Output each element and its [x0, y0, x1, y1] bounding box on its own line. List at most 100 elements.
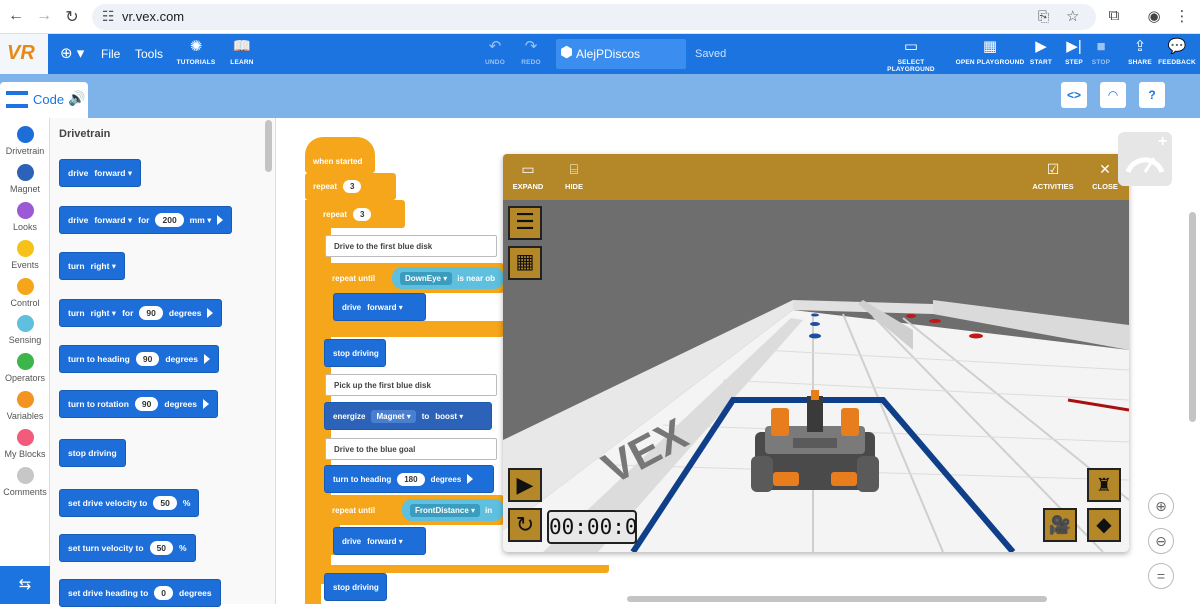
palette-title: Drivetrain [59, 128, 111, 140]
profile-icon[interactable]: ◉ [1144, 7, 1164, 25]
stop-driving-block[interactable]: stop driving [324, 573, 387, 601]
open-playground-button[interactable]: ▦ OPEN PLAYGROUND [954, 38, 1026, 66]
menu-icon[interactable]: ☰ [508, 206, 542, 240]
zoom-out-button[interactable]: ⊖ [1148, 528, 1174, 554]
sensor-data-icon[interactable]: ▦ [508, 246, 542, 280]
category-variables[interactable]: Variables [0, 391, 50, 421]
category-drivetrain[interactable]: Drivetrain [0, 126, 50, 156]
category-control[interactable]: Control [0, 278, 50, 308]
sensor-condition[interactable]: FrontDistancein [402, 499, 504, 521]
workspace-vertical-scrollbar[interactable] [1189, 212, 1196, 422]
zoom-reset-icon: = [1156, 568, 1166, 584]
drive-block[interactable]: drive forward [333, 293, 426, 321]
palette-block-set-turn-velocity[interactable]: set turn velocity to 50% [59, 534, 196, 562]
palette-block-turn-to-rotation[interactable]: turn to rotation 90 degrees [59, 390, 218, 418]
gauge-plus-icon: + [1125, 133, 1167, 174]
address-bar[interactable]: ☷ vr.vex.com ⎘ ☆ [92, 4, 1096, 30]
redo-icon: ↷ [524, 38, 538, 55]
zoom-reset-button[interactable]: = [1148, 563, 1174, 589]
browser-bar: ← → ↻ ☷ vr.vex.com ⎘ ☆ ⧉ ◉ ⋮ [0, 0, 1200, 34]
bookmark-star-icon[interactable]: ☆ [1066, 7, 1079, 25]
expand-button[interactable]: ▭ EXPAND [503, 160, 553, 191]
hat-when-started[interactable]: when started [305, 137, 375, 173]
comment-block[interactable]: Drive to the first blue disk [325, 235, 497, 257]
install-icon[interactable]: ⎘ [1038, 8, 1049, 25]
palette-block-drive-for[interactable]: driveforwardfor200mm [59, 206, 233, 234]
block-palette: Drivetrain driveforward driveforwardfor2… [50, 118, 276, 607]
category-dot [16, 467, 34, 484]
project-name-field[interactable]: ⬢ AlejPDiscos [556, 39, 686, 69]
hide-icon: ⌸ [569, 161, 579, 177]
language-globe-icon[interactable]: ⊕ ▾ [60, 44, 84, 62]
redo-button[interactable]: ↷ REDO [504, 38, 558, 66]
robot-camera-icon[interactable]: ♜ [1087, 468, 1121, 502]
learn-button[interactable]: 📖 LEARN [215, 38, 269, 66]
file-menu[interactable]: File [101, 47, 120, 61]
palette-block-drive[interactable]: drive forward [59, 159, 142, 187]
comment-block[interactable]: Pick up the first blue disk [325, 374, 497, 396]
camera-icon[interactable]: 🎥 [1043, 508, 1077, 542]
palette-block-turn-to-heading[interactable]: turn to heading 90 degrees [59, 345, 219, 373]
palette-block-set-drive-velocity[interactable]: set drive velocity to 50% [59, 489, 200, 517]
start-button[interactable]: ▶ START [1023, 38, 1059, 66]
browser-menu-icon[interactable]: ⋮ [1172, 7, 1192, 25]
repeat-inner-bottom [315, 565, 609, 573]
palette-block-set-drive-heading[interactable]: set drive heading to 0 degrees [59, 579, 221, 607]
category-looks[interactable]: Looks [0, 202, 50, 232]
stop-driving-block[interactable]: stop driving [324, 339, 386, 367]
palette-block-turn[interactable]: turn right [59, 252, 126, 280]
playground-scene: VEX [503, 300, 1129, 552]
category-magnet[interactable]: Magnet [0, 164, 50, 194]
energize-magnet-block[interactable]: energizeMagnettoboost [324, 402, 492, 430]
back-icon[interactable]: ← [6, 7, 26, 25]
reload-icon[interactable]: ↻ [62, 7, 82, 27]
category-events[interactable]: Events [0, 240, 50, 270]
share-icon: ⇪ [1133, 38, 1147, 55]
category-dot [16, 315, 34, 332]
help-icon: ? [1148, 88, 1156, 102]
palette-block-turn-for[interactable]: turnrightfor90degrees [59, 299, 223, 327]
code-viewer-button[interactable]: <> [1061, 82, 1087, 108]
repeat-block-inner[interactable]: repeat 3 [315, 200, 405, 228]
activities-button[interactable]: ☑ ACTIVITIES [1027, 160, 1079, 191]
dashboard-button[interactable]: ◠ [1100, 82, 1126, 108]
category-dot [16, 164, 34, 181]
speaker-icon[interactable]: 🔊 [68, 90, 85, 107]
palette-block-stop-driving[interactable]: stop driving [59, 439, 126, 467]
monitor-icon: ▭ [903, 38, 919, 55]
pan-view-icon[interactable]: ◆ [1087, 508, 1121, 542]
hexagon-icon: ⬢ [560, 44, 574, 61]
palette-scrollbar[interactable] [265, 120, 272, 172]
repeat-block-outer[interactable]: repeat 3 [305, 173, 396, 200]
category-my-blocks[interactable]: My Blocks [0, 429, 50, 459]
zoom-in-button[interactable]: ⊕ [1148, 493, 1174, 519]
hide-button[interactable]: ⌸ HIDE [549, 160, 599, 191]
category-operators[interactable]: Operators [0, 353, 50, 383]
help-button[interactable]: ? [1139, 82, 1165, 108]
playground-3d-view[interactable]: VEX ☰ ▦ ▶ ↻ ♜ 🎥 ◆ [503, 200, 1129, 552]
book-icon: 📖 [232, 38, 252, 55]
extensions-button[interactable]: ⇆ [0, 566, 50, 604]
site-settings-icon[interactable]: ☷ [102, 8, 115, 25]
add-dashboard-icon[interactable]: + [1118, 132, 1172, 186]
turn-to-heading-block[interactable]: turn to heading 180 degrees [324, 465, 494, 493]
code-tab[interactable]: Code 🔊 [0, 82, 88, 118]
zoom-in-icon: ⊕ [1155, 498, 1167, 514]
forward-icon[interactable]: → [34, 7, 54, 25]
playground-header: ▭ EXPAND ⌸ HIDE ☑ ACTIVITIES ✕ CLOSE [503, 154, 1129, 200]
extensions-icon[interactable]: ⧉ [1104, 7, 1124, 24]
comment-block[interactable]: Drive to the blue goal [325, 438, 497, 460]
stop-button[interactable]: ■ STOP [1083, 38, 1119, 66]
feedback-button[interactable]: 💬 FEEDBACK [1156, 38, 1198, 66]
drive-block[interactable]: drive forward [333, 527, 426, 555]
playground-timer: 00:00:0 [547, 510, 638, 544]
category-comments[interactable]: Comments [0, 467, 50, 497]
category-sensing[interactable]: Sensing [0, 315, 50, 345]
select-playground-button[interactable]: ▭ SELECT PLAYGROUND [875, 38, 947, 73]
tools-menu[interactable]: Tools [135, 47, 163, 61]
workspace-horizontal-scrollbar[interactable] [627, 596, 1047, 602]
reset-icon[interactable]: ↻ [508, 508, 542, 542]
play-icon[interactable]: ▶ [508, 468, 542, 502]
share-button[interactable]: ⇪ SHARE [1122, 38, 1158, 66]
sensor-condition[interactable]: DownEyeis near ob [392, 267, 504, 289]
